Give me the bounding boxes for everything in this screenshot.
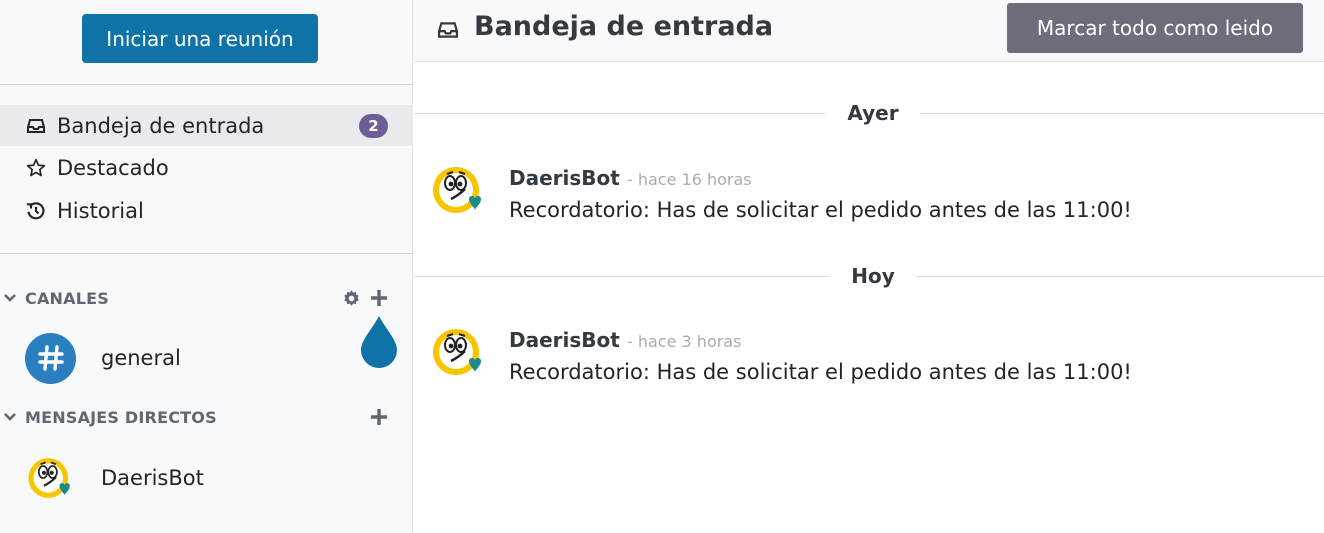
chevron-down-icon (3, 410, 17, 424)
direct-messages-section-label: MENSAJES DIRECTOS (25, 407, 217, 427)
date-separator-label: Ayer (847, 101, 899, 125)
sidebar-item-label: Historial (57, 198, 144, 223)
sidebar-item-label: Bandeja de entrada (57, 113, 265, 138)
message-author[interactable]: DaerisBot (509, 328, 620, 352)
message-time: - hace 3 horas (627, 332, 742, 351)
date-separator-line (414, 113, 826, 114)
direct-item-daerisbot[interactable]: DaerisBot (0, 448, 413, 508)
add-direct-message-icon[interactable] (369, 407, 389, 427)
start-meeting-button[interactable]: Iniciar una reunión (82, 14, 318, 63)
history-icon (25, 200, 47, 222)
message-time: - hace 16 horas (627, 170, 752, 189)
unread-count-badge: 2 (359, 114, 388, 138)
bot-avatar-icon (433, 167, 481, 213)
message-body: Recordatorio: Has de solicitar el pedido… (509, 360, 1132, 384)
inbox-icon (25, 115, 47, 137)
message-body: Recordatorio: Has de solicitar el pedido… (509, 198, 1132, 222)
date-separator-line (916, 276, 1324, 277)
divider (0, 84, 413, 85)
chevron-down-icon (3, 291, 17, 305)
star-icon (25, 157, 47, 179)
bot-avatar-icon (433, 329, 481, 375)
main-panel: Bandeja de entrada Marcar todo como leid… (414, 0, 1324, 533)
mark-all-read-button[interactable]: Marcar todo como leido (1007, 3, 1303, 53)
sidebar-item-label: Destacado (57, 155, 169, 180)
page-title: Bandeja de entrada (474, 11, 774, 42)
sidebar-item-starred[interactable]: Destacado (0, 147, 413, 188)
sidebar-item-inbox[interactable]: Bandeja de entrada 2 (0, 105, 413, 146)
message-author[interactable]: DaerisBot (509, 166, 620, 190)
divider (0, 253, 413, 254)
sidebar: Iniciar una reunión Bandeja de entrada 2… (0, 0, 413, 533)
channel-label: general (101, 346, 181, 370)
channels-section-label: CANALES (25, 288, 109, 308)
add-channel-icon[interactable] (369, 288, 389, 308)
date-separator-line (920, 113, 1324, 114)
date-separator-line (414, 276, 830, 277)
hash-icon (25, 332, 76, 384)
inbox-icon (438, 22, 458, 38)
bot-avatar-icon (28, 458, 70, 498)
direct-messages-section-header[interactable]: MENSAJES DIRECTOS (0, 403, 413, 431)
gear-icon[interactable] (341, 288, 361, 308)
direct-label: DaerisBot (101, 466, 204, 490)
channel-item-general[interactable]: general (0, 328, 413, 388)
top-bar: Bandeja de entrada Marcar todo como leid… (414, 0, 1324, 62)
sidebar-item-history[interactable]: Historial (0, 190, 413, 231)
date-separator-label: Hoy (851, 264, 895, 288)
